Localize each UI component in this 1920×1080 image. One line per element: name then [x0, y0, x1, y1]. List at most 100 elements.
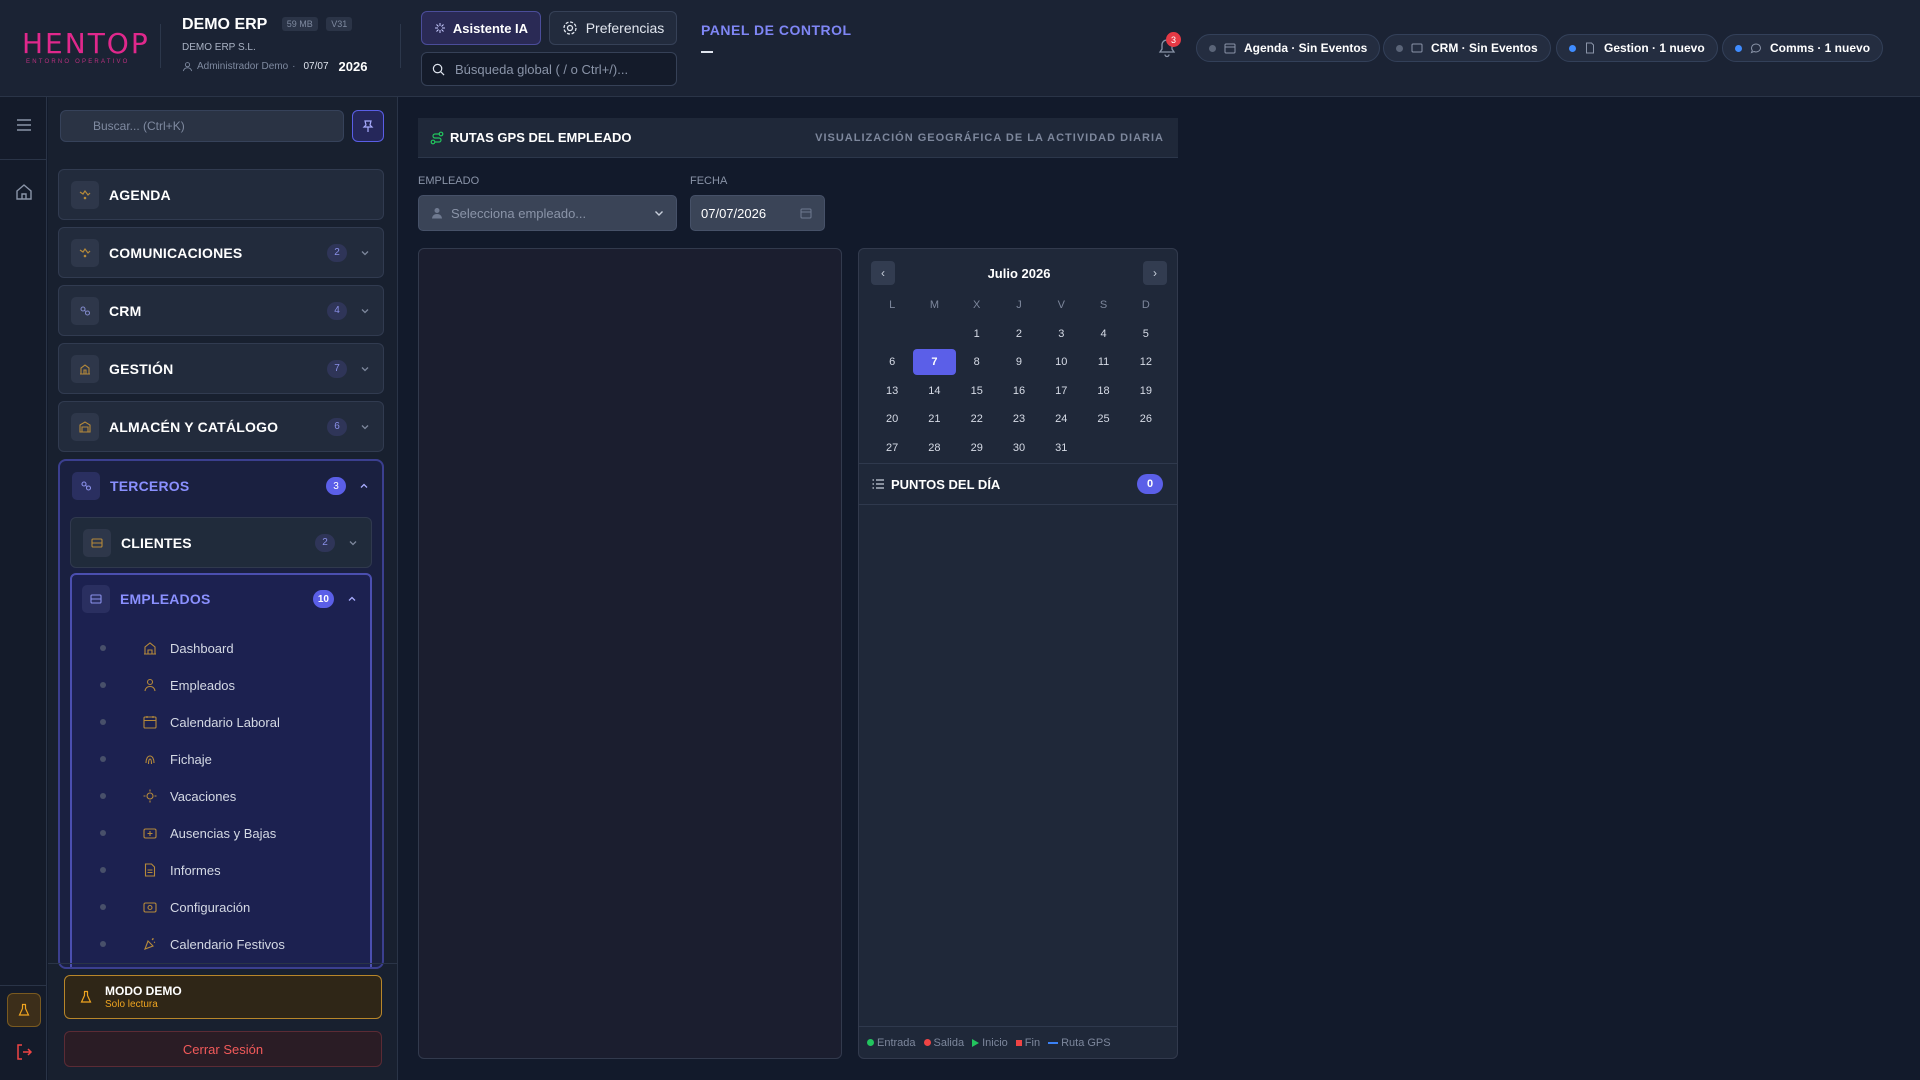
crm-icon	[71, 296, 99, 325]
sidebar: Buscar... (Ctrl+K) AGENDA COMUNICACIONES…	[48, 97, 398, 1080]
calendar-day[interactable]: 6	[871, 349, 913, 375]
logout-icon[interactable]	[14, 1042, 34, 1062]
sidebar-item-empleados[interactable]: EMPLEADOS 10	[72, 575, 370, 623]
status-pill-crm[interactable]: CRM · Sin Eventos	[1383, 34, 1551, 62]
divider	[160, 24, 161, 68]
calendar-day[interactable]: 24	[1040, 406, 1082, 432]
calendar-day[interactable]: 25	[1082, 406, 1124, 432]
calendar-day[interactable]: 4	[1082, 321, 1124, 347]
bullet	[100, 645, 106, 651]
calendar-icon[interactable]	[800, 207, 812, 219]
calendar-day[interactable]: 26	[1125, 406, 1167, 432]
prev-month-button[interactable]: ‹	[871, 261, 895, 285]
ai-assistant-button[interactable]: Asistente IA	[421, 11, 541, 45]
sidebar-search-input[interactable]: Buscar... (Ctrl+K)	[60, 110, 344, 142]
weekday-label: J	[1016, 299, 1022, 312]
app-logo[interactable]: HENTOP ENTORNO OPERATIVO	[22, 27, 150, 66]
status-pill-agenda[interactable]: Agenda · Sin Eventos	[1196, 34, 1381, 62]
calendar-day[interactable]: 12	[1125, 349, 1167, 375]
status-pill-label: Comms · 1 nuevo	[1770, 41, 1871, 55]
calendar-day[interactable]: 22	[956, 406, 998, 432]
menu-icon[interactable]	[14, 115, 34, 135]
status-pill-label: CRM · Sin Eventos	[1431, 41, 1538, 55]
party-icon	[144, 938, 156, 950]
sidebar-item-comunicaciones[interactable]: COMUNICACIONES 2	[58, 227, 384, 278]
calendar-day[interactable]: 13	[871, 378, 913, 404]
calendar-day[interactable]: 27	[871, 435, 913, 461]
sidebar-item-almacen[interactable]: ALMACÉN Y CATÁLOGO 6	[58, 401, 384, 452]
sidebar-item-label: TERCEROS	[110, 478, 190, 494]
sidebar-item-agenda[interactable]: AGENDA	[58, 169, 384, 220]
employee-select[interactable]: Selecciona empleado...	[418, 195, 677, 231]
calendar-day[interactable]: 14	[913, 378, 955, 404]
preferences-button[interactable]: Preferencias	[549, 11, 677, 45]
demo-mode-button[interactable]	[7, 993, 41, 1027]
calendar-week-row: 27 28 29 30 31	[871, 434, 1167, 463]
global-search-input[interactable]: Búsqueda global ( / o Ctrl+/)...	[421, 52, 677, 86]
status-pill-gestion[interactable]: Gestion · 1 nuevo	[1556, 34, 1718, 62]
report-icon	[144, 863, 156, 877]
calendar-day[interactable]: 20	[871, 406, 913, 432]
calendar-day[interactable]: 7	[913, 349, 956, 376]
map-panel[interactable]	[418, 248, 842, 1059]
blue-line-icon	[1048, 1041, 1059, 1044]
menu-item-ausencias[interactable]: Ausencias y Bajas	[72, 818, 370, 848]
menu-item-informes[interactable]: Informes	[72, 855, 370, 885]
user-icon	[182, 62, 193, 72]
menu-item-fichaje[interactable]: Fichaje	[72, 744, 370, 774]
calendar-day[interactable]: 5	[1125, 321, 1167, 347]
calendar-day[interactable]: 16	[998, 378, 1040, 404]
menu-item-calendario-laboral[interactable]: Calendario Laboral	[72, 707, 370, 737]
demo-mode-subtitle: Solo lectura	[105, 999, 158, 1010]
pin-icon	[362, 120, 374, 132]
calendar-day[interactable]: 2	[998, 321, 1040, 347]
menu-item-configuracion[interactable]: Configuración	[72, 892, 370, 922]
bullet	[100, 867, 106, 873]
company-legal-name: DEMO ERP S.L.	[182, 42, 256, 53]
weekday-label: V	[1057, 299, 1065, 312]
calendar-day[interactable]: 9	[998, 349, 1040, 375]
section-header: RUTAS GPS DEL EMPLEADO VISUALIZACIÓN GEO…	[418, 118, 1178, 158]
sun-icon	[143, 789, 157, 803]
calendar-day[interactable]: 3	[1040, 321, 1082, 347]
calendar-day[interactable]: 30	[998, 435, 1040, 461]
calendar-day[interactable]: 23	[998, 406, 1040, 432]
sidebar-item-crm[interactable]: CRM 4	[58, 285, 384, 336]
calendar-day[interactable]: 31	[1040, 435, 1082, 461]
calendar-day[interactable]: 15	[956, 378, 998, 404]
red-dot-icon	[923, 1039, 931, 1046]
pin-button[interactable]	[352, 110, 384, 142]
date-input[interactable]: 07/07/2026	[690, 195, 825, 231]
sidebar-item-clientes[interactable]: CLIENTES 2	[70, 517, 372, 568]
terceros-icon	[72, 472, 100, 500]
calendar-day[interactable]: 8	[956, 349, 998, 375]
dashboard-icon	[144, 642, 156, 655]
calendar-day[interactable]: 18	[1082, 378, 1124, 404]
logout-button[interactable]: Cerrar Sesión	[64, 1031, 382, 1067]
next-month-button[interactable]: ›	[1143, 261, 1167, 285]
chevron-down-icon	[655, 211, 663, 216]
menu-item-label: Empleados	[170, 677, 236, 693]
calendar-day[interactable]: 28	[913, 435, 955, 461]
menu-item-vacaciones[interactable]: Vacaciones	[72, 781, 370, 811]
weekday-label: X	[973, 299, 981, 312]
calendar-day[interactable]: 19	[1125, 378, 1167, 404]
status-pill-comms[interactable]: Comms · 1 nuevo	[1722, 34, 1884, 62]
menu-item-label: Configuración	[170, 899, 251, 915]
calendar-day[interactable]: 29	[956, 435, 998, 461]
logo-text: HENTOP	[22, 27, 150, 60]
calendar-day[interactable]: 11	[1082, 349, 1124, 375]
home-icon[interactable]	[14, 182, 34, 202]
menu-item-empleados[interactable]: Empleados	[72, 670, 370, 700]
calendar-day[interactable]: 1	[956, 321, 998, 347]
calendar-day[interactable]: 10	[1040, 349, 1082, 375]
sidebar-item-terceros[interactable]: TERCEROS 3	[60, 461, 382, 511]
empleados-icon	[82, 585, 110, 613]
calendar-day[interactable]: 21	[913, 406, 955, 432]
menu-item-dashboard[interactable]: Dashboard	[72, 633, 370, 663]
sidebar-item-gestion[interactable]: GESTIÓN 7	[58, 343, 384, 394]
map-legend: Entrada Salida Inicio Fin Ruta GPS	[859, 1026, 1177, 1058]
calendar-day[interactable]: 17	[1040, 378, 1082, 404]
menu-item-calendario-festivos[interactable]: Calendario Festivos	[72, 929, 370, 959]
sidebar-search-placeholder: Buscar... (Ctrl+K)	[93, 119, 185, 133]
